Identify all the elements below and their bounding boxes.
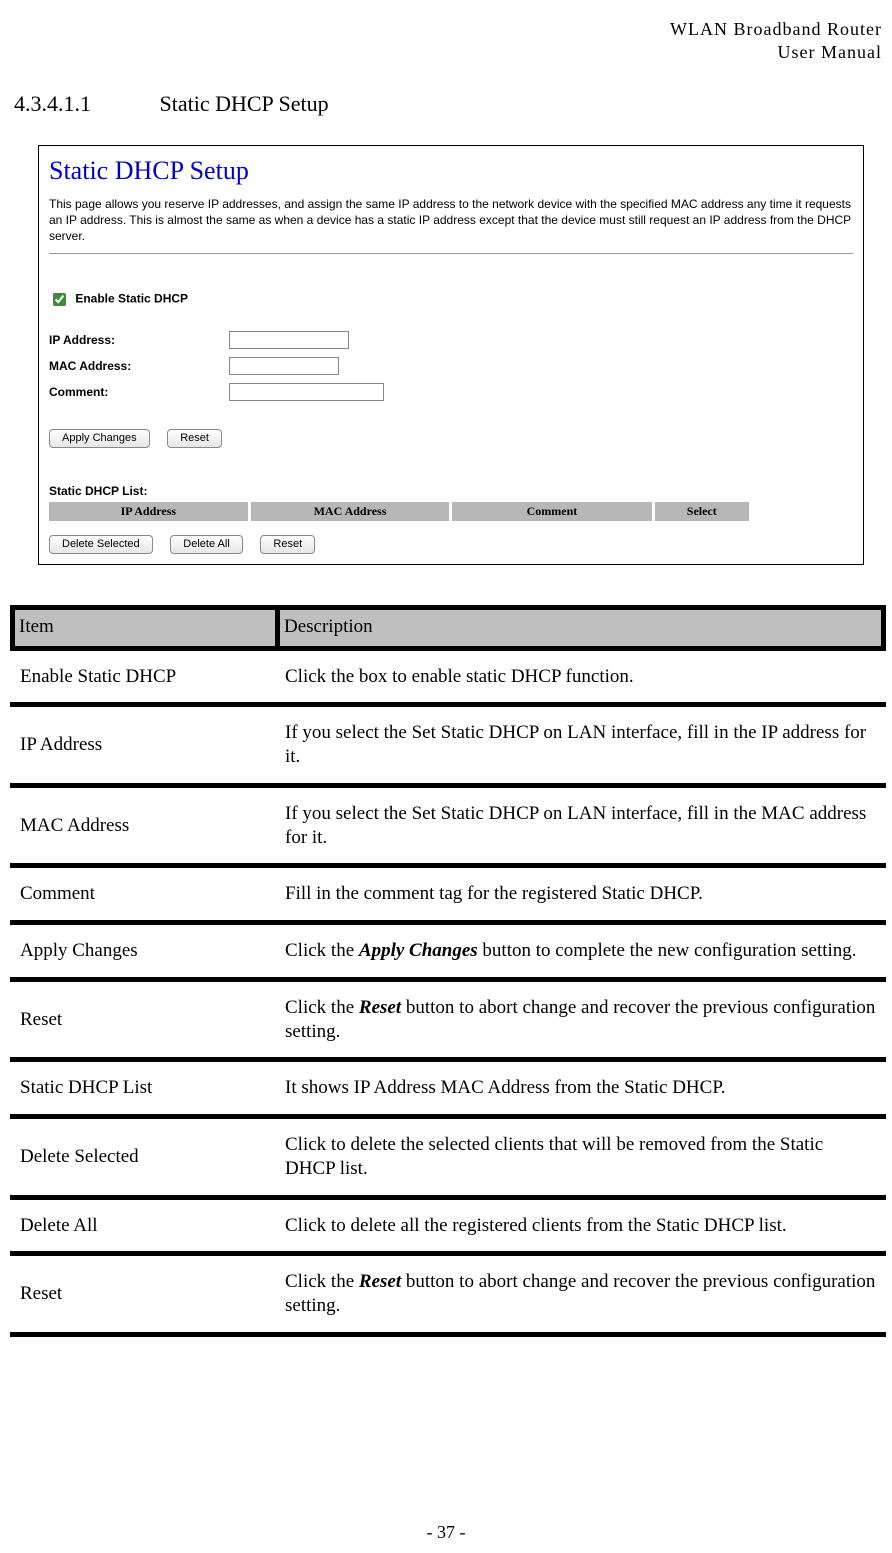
desc-item: IP Address <box>10 707 275 788</box>
desc-item: MAC Address <box>10 788 275 869</box>
mac-address-row: MAC Address: <box>49 357 853 375</box>
button-bar: Apply Changes Reset <box>49 429 853 448</box>
desc-header-desc: Description <box>275 605 886 651</box>
desc-text: If you select the Set Static DHCP on LAN… <box>275 707 886 788</box>
desc-item: Reset <box>10 1256 275 1337</box>
desc-text: Fill in the comment tag for the register… <box>275 868 886 925</box>
desc-text: Click to delete all the registered clien… <box>275 1200 886 1257</box>
desc-text: It shows IP Address MAC Address from the… <box>275 1062 886 1119</box>
static-dhcp-list-label: Static DHCP List: <box>49 484 853 498</box>
mac-address-label: MAC Address: <box>49 359 229 373</box>
desc-text: Click the Reset button to abort change a… <box>275 982 886 1063</box>
desc-text: Click the Reset button to abort change a… <box>275 1256 886 1337</box>
section-heading: 4.3.4.1.1 Static DHCP Setup <box>14 91 882 117</box>
ip-address-label: IP Address: <box>49 333 229 347</box>
apply-changes-button[interactable]: Apply Changes <box>49 429 150 448</box>
list-header-mac: MAC Address <box>249 502 451 521</box>
ip-address-input[interactable] <box>229 331 349 349</box>
desc-text: If you select the Set Static DHCP on LAN… <box>275 788 886 869</box>
desc-item: Delete Selected <box>10 1119 275 1200</box>
comment-row: Comment: <box>49 383 853 401</box>
screenshot-description: This page allows you reserve IP addresse… <box>49 196 853 245</box>
section-title: Static DHCP Setup <box>160 91 329 116</box>
button-bar-2: Delete Selected Delete All Reset <box>49 535 853 554</box>
list-header-comment: Comment <box>451 502 653 521</box>
desc-header-item: Item <box>10 605 275 651</box>
reset-button-2[interactable]: Reset <box>260 535 315 554</box>
comment-label: Comment: <box>49 385 229 399</box>
screenshot-title: Static DHCP Setup <box>49 156 853 186</box>
enable-static-dhcp-checkbox[interactable] <box>53 293 66 306</box>
desc-text: Click the box to enable static DHCP func… <box>275 651 886 708</box>
divider <box>49 253 853 254</box>
description-table: Item Description Enable Static DHCPClick… <box>10 605 886 1337</box>
page-footer: - 37 - <box>0 1522 892 1543</box>
desc-text: Click to delete the selected clients tha… <box>275 1119 886 1200</box>
ip-address-row: IP Address: <box>49 331 853 349</box>
desc-item: Delete All <box>10 1200 275 1257</box>
delete-selected-button[interactable]: Delete Selected <box>49 535 153 554</box>
config-screenshot: Static DHCP Setup This page allows you r… <box>38 145 864 565</box>
desc-item: Apply Changes <box>10 925 275 982</box>
desc-item: Reset <box>10 982 275 1063</box>
list-header-ip: IP Address <box>49 502 249 521</box>
delete-all-button[interactable]: Delete All <box>170 535 242 554</box>
comment-input[interactable] <box>229 383 384 401</box>
mac-address-input[interactable] <box>229 357 339 375</box>
header-line1: WLAN Broadband Router <box>10 18 882 41</box>
enable-static-dhcp-row: Enable Static DHCP <box>49 290 853 309</box>
static-dhcp-list-table: IP Address MAC Address Comment Select <box>49 502 749 521</box>
list-header-select: Select <box>653 502 749 521</box>
desc-item: Static DHCP List <box>10 1062 275 1119</box>
desc-item: Comment <box>10 868 275 925</box>
section-number: 4.3.4.1.1 <box>14 91 154 117</box>
desc-item: Enable Static DHCP <box>10 651 275 708</box>
desc-text: Click the Apply Changes button to comple… <box>275 925 886 982</box>
reset-button[interactable]: Reset <box>167 429 222 448</box>
page-header: WLAN Broadband Router User Manual <box>10 18 882 63</box>
header-line2: User Manual <box>10 41 882 64</box>
enable-static-dhcp-label: Enable Static DHCP <box>75 291 188 305</box>
